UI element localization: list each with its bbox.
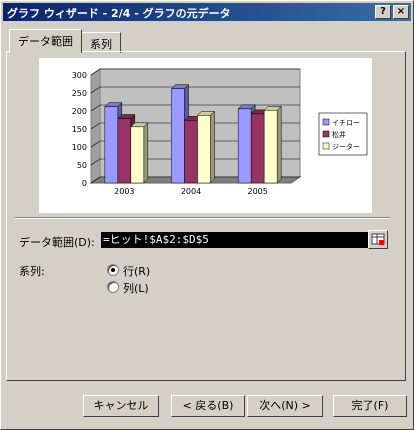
window-title: グラフ ウィザード - 2/4 - グラフの元データ [7,7,231,20]
help-button[interactable]: ? [375,5,391,19]
chart-wizard-dialog: グラフ ウィザード - 2/4 - グラフの元データ ? × データ範囲 系列 … [0,0,414,430]
close-button[interactable]: × [393,5,409,19]
tab-panel [6,51,406,381]
cancel-button[interactable]: キャンセル [83,395,159,417]
tab-data-range[interactable]: データ範囲 [9,29,82,53]
title-bar: グラフ ウィザード - 2/4 - グラフの元データ ? × [3,3,411,21]
tab-series-label: 系列 [90,38,112,51]
finish-button[interactable]: 完了(F) [333,395,407,417]
tab-series[interactable]: 系列 [81,32,121,53]
back-button[interactable]: < 戻る(B) [171,395,245,417]
tab-data-range-label: データ範囲 [18,35,73,48]
next-button[interactable]: 次へ(N) > [247,395,323,417]
